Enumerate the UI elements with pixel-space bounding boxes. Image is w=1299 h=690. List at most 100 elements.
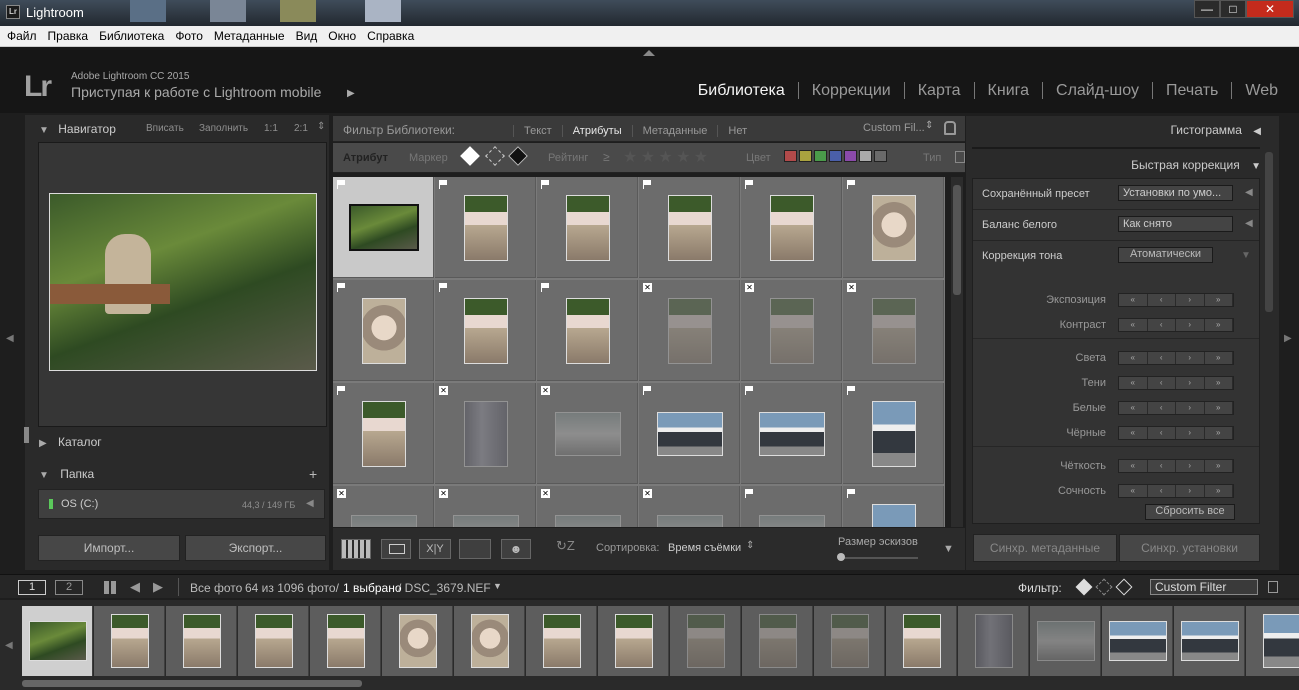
filter-tab[interactable]: Атрибуты <box>561 125 632 137</box>
menu-item[interactable]: Файл <box>0 26 41 43</box>
filmstrip-cell[interactable] <box>814 606 885 676</box>
step-button[interactable]: › <box>1176 402 1205 414</box>
loupe-view-icon[interactable] <box>381 539 411 559</box>
rating-operator[interactable]: ≥ <box>603 150 610 164</box>
menu-item[interactable]: Окно <box>321 26 360 43</box>
filmstrip-cell[interactable] <box>526 606 597 676</box>
grid-cell[interactable] <box>537 280 638 381</box>
unflagged-filter-icon[interactable] <box>1095 578 1113 596</box>
module-tab[interactable]: Слайд-шоу <box>1042 82 1152 99</box>
filmstrip-cell[interactable] <box>94 606 165 676</box>
flag-icon[interactable] <box>337 283 345 292</box>
rejected-flag-icon[interactable]: ✕ <box>643 489 652 498</box>
grid-cell[interactable] <box>843 177 944 278</box>
grid-cell[interactable]: ✕ <box>843 280 944 381</box>
rejected-flag-icon[interactable]: ✕ <box>745 283 754 292</box>
back-arrow-icon[interactable]: ◀ <box>130 579 140 595</box>
quick-develop-header[interactable]: Быстрая коррекция ▼ <box>966 153 1261 177</box>
step-button[interactable]: » <box>1205 427 1233 439</box>
grid-cell[interactable] <box>333 177 434 278</box>
nav-option-1to1[interactable]: 1:1 <box>264 123 278 134</box>
color-swatch[interactable] <box>874 150 887 162</box>
filmstrip-cell[interactable] <box>1246 606 1299 676</box>
sort-value[interactable]: Время съёмки <box>668 542 741 554</box>
flag-icon[interactable] <box>643 386 651 395</box>
minimize-button[interactable]: — <box>1194 0 1220 18</box>
right-scrollbar[interactable] <box>1265 152 1273 312</box>
flag-filter-icon[interactable] <box>460 146 480 166</box>
step-button[interactable]: › <box>1176 352 1205 364</box>
star-icon[interactable]: ★ <box>623 149 637 166</box>
filmstrip-cell[interactable] <box>598 606 669 676</box>
color-swatch[interactable] <box>859 150 872 162</box>
filter-tab[interactable]: Текст <box>513 125 562 137</box>
reset-all-button[interactable]: Сбросить все <box>1145 504 1235 520</box>
flag-icon[interactable] <box>745 489 753 498</box>
filter-tab[interactable]: Нет <box>717 125 758 137</box>
grid-cell[interactable] <box>435 280 536 381</box>
menu-item[interactable]: Правка <box>41 26 93 43</box>
nav-zoom-stepper-icon[interactable]: ⇕ <box>317 121 325 132</box>
sort-stepper-icon[interactable]: ⇕ <box>746 540 754 551</box>
add-folder-icon[interactable]: + <box>309 466 317 482</box>
flag-icon[interactable] <box>745 386 753 395</box>
grid-cell[interactable]: ✕ <box>639 280 740 381</box>
grid-cell[interactable] <box>741 177 842 278</box>
step-button[interactable]: › <box>1176 294 1205 306</box>
filmstrip-cell[interactable] <box>310 606 381 676</box>
step-button[interactable]: « <box>1119 402 1148 414</box>
step-button[interactable]: » <box>1205 485 1233 497</box>
grid-icon[interactable] <box>104 581 118 594</box>
module-tab[interactable]: Книга <box>973 82 1043 99</box>
export-button[interactable]: Экспорт... <box>185 535 326 561</box>
step-button[interactable]: » <box>1205 460 1233 472</box>
color-swatch[interactable] <box>784 150 797 162</box>
survey-view-icon[interactable] <box>459 539 491 559</box>
filter-lock-icon[interactable] <box>1268 581 1278 593</box>
flag-icon[interactable] <box>337 180 345 189</box>
flag-icon[interactable] <box>847 180 855 189</box>
grid-cell[interactable]: ✕ <box>639 486 740 527</box>
step-button[interactable]: › <box>1176 427 1205 439</box>
filmstrip-cell[interactable] <box>166 606 237 676</box>
filmstrip-cell[interactable] <box>382 606 453 676</box>
rejected-flag-icon[interactable]: ✕ <box>541 489 550 498</box>
filmstrip-cell[interactable] <box>454 606 525 676</box>
filmstrip-cell[interactable] <box>958 606 1029 676</box>
adjust-stepper[interactable]: «‹ ›» <box>1118 484 1234 498</box>
flag-filter-icon[interactable] <box>1075 578 1093 596</box>
step-button[interactable]: » <box>1205 377 1233 389</box>
rejected-filter-icon[interactable] <box>508 146 528 166</box>
menu-item[interactable]: Фото <box>168 26 207 43</box>
flag-icon[interactable] <box>541 180 549 189</box>
step-button[interactable]: « <box>1119 485 1148 497</box>
flag-icon[interactable] <box>337 386 345 395</box>
adjust-stepper[interactable]: «‹ ›» <box>1118 426 1234 440</box>
nav-option-fit[interactable]: Вписать <box>146 123 184 134</box>
step-button[interactable]: ‹ <box>1148 319 1176 331</box>
grid-cell[interactable] <box>741 383 842 484</box>
module-tab[interactable]: Коррекции <box>797 82 904 99</box>
filmstrip-cell[interactable] <box>1174 606 1245 676</box>
step-button[interactable]: › <box>1176 319 1205 331</box>
step-button[interactable]: ‹ <box>1148 294 1176 306</box>
source-label[interactable]: Все фото <box>190 581 242 595</box>
grid-cell[interactable] <box>333 383 434 484</box>
filmstrip-cell[interactable] <box>22 606 93 676</box>
left-panel-toggle-icon[interactable]: ◀ <box>6 333 14 344</box>
page-1-button[interactable]: 1 <box>18 580 46 595</box>
rejected-flag-icon[interactable]: ✕ <box>439 489 448 498</box>
filename[interactable]: / DSC_3679.NEF <box>398 581 491 595</box>
sync-settings-button[interactable]: Синхр. установки <box>1119 534 1260 562</box>
rejected-flag-icon[interactable]: ✕ <box>847 283 856 292</box>
filmstrip-scrollbar[interactable] <box>22 680 362 687</box>
step-button[interactable]: » <box>1205 352 1233 364</box>
page-2-button[interactable]: 2 <box>55 580 83 595</box>
mobile-start-text[interactable]: Приступая к работе с Lightroom mobile <box>71 84 321 100</box>
module-tab[interactable]: Карта <box>903 82 974 99</box>
preset-stepper-icon[interactable]: ⇕ <box>925 120 933 131</box>
grid-cell[interactable] <box>843 486 944 527</box>
step-button[interactable]: ‹ <box>1148 402 1176 414</box>
flag-icon[interactable] <box>439 283 447 292</box>
close-button[interactable]: ✕ <box>1246 0 1294 18</box>
